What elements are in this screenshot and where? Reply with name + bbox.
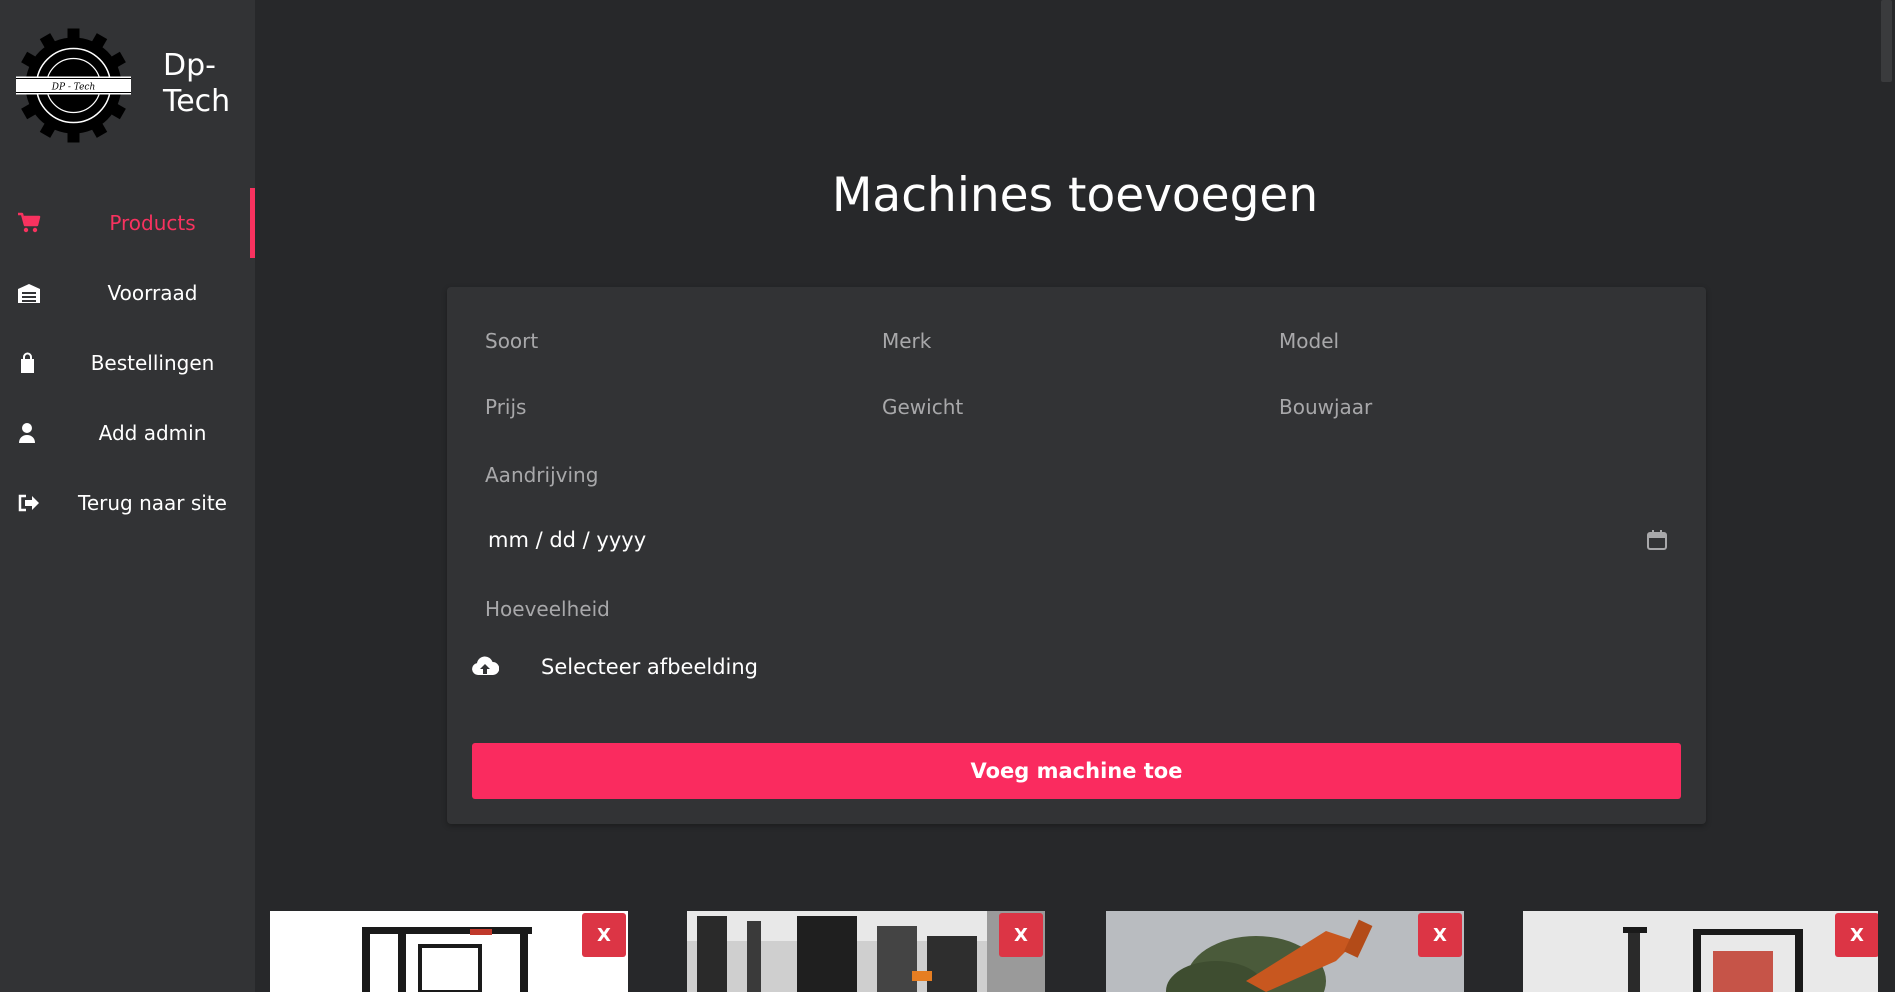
bag-icon: [21, 352, 34, 373]
cart-icon: [18, 212, 41, 233]
forklift-image: [687, 911, 1045, 992]
sidebar-item-label: Bestellingen: [90, 351, 215, 375]
cloud-upload-icon: [472, 656, 499, 675]
soort-input[interactable]: [485, 321, 857, 361]
sign-out-icon: [18, 494, 39, 512]
product-card[interactable]: X: [1523, 911, 1881, 992]
machine-image: [1106, 911, 1464, 992]
product-card[interactable]: X: [1106, 911, 1464, 992]
gear-logo-icon: DP - Tech: [15, 28, 132, 143]
prijs-input[interactable]: [485, 387, 857, 427]
delete-product-button[interactable]: X: [582, 913, 626, 957]
calendar-icon[interactable]: [1646, 529, 1668, 551]
upload-label: Selecteer afbeelding: [541, 655, 759, 679]
product-card[interactable]: X: [687, 911, 1045, 992]
brand-name: Dp-Tech: [163, 48, 231, 119]
sidebar-item-label: Products: [109, 211, 196, 235]
delete-product-button[interactable]: X: [1835, 913, 1879, 957]
bouwjaar-input[interactable]: [1279, 387, 1651, 427]
sidebar-item-label: Voorraad: [107, 281, 198, 305]
image-upload[interactable]: Selecteer afbeelding: [471, 649, 758, 685]
product-list: X X X X: [270, 911, 1895, 992]
logo: DP - Tech: [15, 28, 132, 143]
sidebar-item-voorraad[interactable]: Voorraad: [0, 258, 255, 328]
sidebar-item-terug-naar-site[interactable]: Terug naar site: [0, 468, 255, 538]
form-row: [485, 455, 1676, 495]
scrollbar-thumb[interactable]: [1881, 0, 1892, 82]
forklift-image: [270, 911, 628, 992]
add-machine-form: mm / dd / yyyy Selecteer afbeelding Voeg…: [447, 287, 1706, 824]
merk-input[interactable]: [882, 321, 1254, 361]
product-card[interactable]: X: [270, 911, 628, 992]
sidebar-item-label: Add admin: [98, 421, 207, 445]
delete-product-button[interactable]: X: [1418, 913, 1462, 957]
date-input[interactable]: mm / dd / yyyy: [485, 520, 1668, 560]
forklift-image: [1523, 911, 1881, 992]
hoeveelheid-input[interactable]: [485, 589, 1651, 629]
form-row: [485, 321, 1676, 361]
delete-product-button[interactable]: X: [999, 913, 1043, 957]
sidebar-item-add-admin[interactable]: Add admin: [0, 398, 255, 468]
page-scrollbar[interactable]: [1878, 0, 1895, 992]
sidebar-item-label: Terug naar site: [78, 491, 227, 515]
admin-app: DP - Tech Dp-Tech Products Voorraad Best…: [0, 0, 1895, 992]
model-input[interactable]: [1279, 321, 1651, 361]
form-row: [485, 589, 1676, 629]
aandrijving-input[interactable]: [485, 455, 1651, 495]
sidebar-nav: Products Voorraad Bestellingen Add admin…: [0, 188, 255, 538]
date-placeholder: mm / dd / yyyy: [488, 528, 647, 552]
logo-text: DP - Tech: [51, 83, 96, 93]
sidebar-item-bestellingen[interactable]: Bestellingen: [0, 328, 255, 398]
gewicht-input[interactable]: [882, 387, 1254, 427]
page-title: Machines toevoegen: [831, 168, 1319, 223]
form-row: [485, 387, 1676, 427]
add-machine-button[interactable]: Voeg machine toe: [472, 743, 1681, 799]
sidebar-item-products[interactable]: Products: [0, 188, 255, 258]
warehouse-icon: [18, 284, 40, 303]
sidebar: DP - Tech Dp-Tech Products Voorraad Best…: [0, 0, 255, 992]
user-icon: [19, 423, 35, 443]
